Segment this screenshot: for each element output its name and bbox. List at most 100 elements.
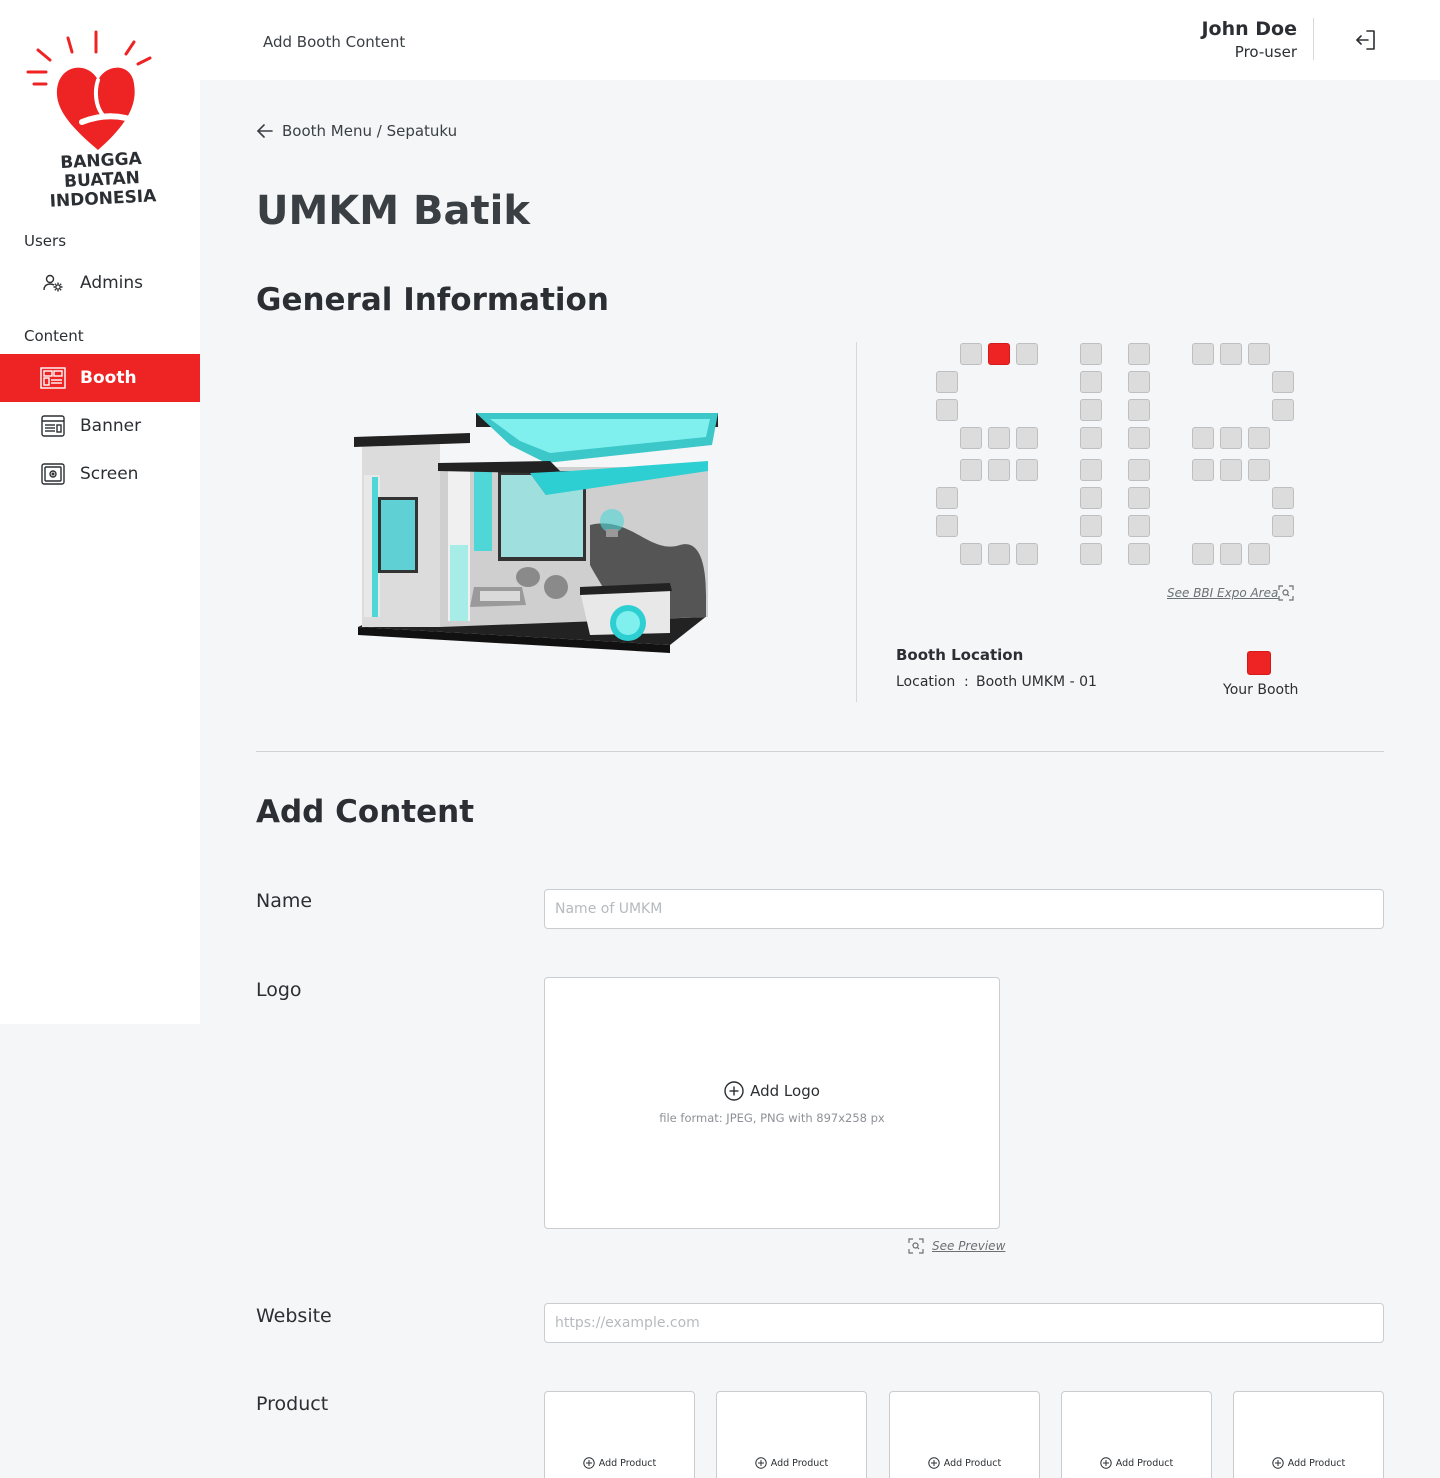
booth-seat[interactable] — [1248, 427, 1270, 449]
website-input[interactable] — [544, 1303, 1384, 1343]
product-card[interactable]: Add Product — [1233, 1391, 1384, 1478]
sidebar-item-label: Screen — [80, 464, 139, 484]
admin-settings-icon — [40, 270, 66, 296]
add-product-button[interactable]: Add Product — [1062, 1457, 1211, 1469]
booth-seat[interactable] — [1272, 399, 1294, 421]
booth-seat[interactable] — [1080, 427, 1102, 449]
add-logo-button[interactable]: Add Logo — [545, 1081, 999, 1101]
booth-location-row: Location : Booth UMKM - 01 — [896, 674, 1097, 690]
booth-seat[interactable] — [1080, 487, 1102, 509]
booth-seat[interactable] — [1128, 343, 1150, 365]
booth-seat[interactable] — [988, 543, 1010, 565]
banner-icon — [40, 413, 66, 439]
logo-upload-box[interactable]: Add Logo file format: JPEG, PNG with 897… — [544, 977, 1000, 1229]
booth-seat[interactable] — [936, 371, 958, 393]
booth-seat[interactable] — [1192, 343, 1214, 365]
booth-seat[interactable] — [960, 543, 982, 565]
brand-logo[interactable]: BANGGA BUATAN INDONESIA — [16, 22, 186, 212]
sidebar-item-label: Booth — [80, 368, 137, 388]
booth-seat[interactable] — [1272, 515, 1294, 537]
add-product-button[interactable]: Add Product — [545, 1457, 694, 1469]
booth-seat[interactable] — [1080, 343, 1102, 365]
product-card[interactable]: Add Product — [716, 1391, 867, 1478]
plus-circle-icon — [724, 1081, 744, 1101]
booth-seat[interactable] — [1080, 371, 1102, 393]
sidebar: BANGGA BUATAN INDONESIA Users Admins Con… — [0, 0, 200, 1024]
product-card[interactable]: Add Product — [544, 1391, 695, 1478]
product-card[interactable]: Add Product — [889, 1391, 1040, 1478]
booth-seat[interactable] — [1128, 487, 1150, 509]
booth-seat[interactable] — [1128, 459, 1150, 481]
nav-group-users: Users — [24, 232, 67, 250]
booth-seat[interactable] — [936, 487, 958, 509]
sidebar-item-label: Admins — [80, 273, 144, 293]
booth-location-title: Booth Location — [896, 646, 1024, 664]
booth-seat[interactable] — [1192, 427, 1214, 449]
add-product-button[interactable]: Add Product — [717, 1457, 866, 1469]
booth-seat[interactable] — [1192, 459, 1214, 481]
sidebar-item-admins[interactable]: Admins — [0, 259, 200, 307]
location-label: Location — [896, 674, 956, 690]
sidebar-item-screen[interactable]: Screen — [0, 450, 200, 498]
add-product-button[interactable]: Add Product — [890, 1457, 1039, 1469]
booth-icon — [40, 365, 66, 391]
plus-circle-icon — [928, 1457, 940, 1469]
booth-seat[interactable] — [1220, 343, 1242, 365]
booth-seat[interactable] — [1080, 459, 1102, 481]
location-separator: : — [964, 674, 969, 690]
your-booth-swatch — [1247, 651, 1271, 675]
booth-seat[interactable] — [1128, 543, 1150, 565]
booth-seat[interactable] — [988, 427, 1010, 449]
booth-seat[interactable] — [1080, 515, 1102, 537]
booth-map[interactable] — [930, 340, 1310, 580]
booth-seat[interactable] — [988, 459, 1010, 481]
name-input[interactable] — [544, 889, 1384, 929]
zoom-scan-icon[interactable] — [1278, 585, 1294, 601]
section-title-add-content: Add Content — [256, 794, 475, 830]
booth-seat[interactable] — [1272, 487, 1294, 509]
booth-seat[interactable] — [1016, 459, 1038, 481]
booth-seat[interactable] — [1220, 459, 1242, 481]
plus-circle-icon — [583, 1457, 595, 1469]
plus-circle-icon — [755, 1457, 767, 1469]
product-card[interactable]: Add Product — [1061, 1391, 1212, 1478]
add-product-label: Add Product — [943, 1457, 1002, 1469]
sidebar-item-banner[interactable]: Banner — [0, 402, 200, 450]
booth-seat[interactable] — [1248, 343, 1270, 365]
booth-seat[interactable] — [936, 399, 958, 421]
booth-seat[interactable] — [1220, 427, 1242, 449]
booth-seat[interactable] — [960, 459, 982, 481]
booth-seat[interactable] — [1016, 543, 1038, 565]
booth-seat[interactable] — [1128, 371, 1150, 393]
section-title-general: General Information — [256, 282, 609, 318]
booth-seat[interactable] — [1248, 543, 1270, 565]
booth-seat[interactable] — [1192, 543, 1214, 565]
add-product-button[interactable]: Add Product — [1234, 1457, 1383, 1469]
booth-seat-mine[interactable] — [988, 343, 1010, 365]
booth-seat[interactable] — [1248, 459, 1270, 481]
booth-3d-image — [350, 405, 722, 680]
booth-seat[interactable] — [1016, 343, 1038, 365]
booth-seat[interactable] — [1080, 543, 1102, 565]
see-expo-area-link[interactable]: See BBI Expo Area — [1167, 586, 1278, 600]
booth-seat[interactable] — [1128, 399, 1150, 421]
logo-format-hint: file format: JPEG, PNG with 897x258 px — [659, 1111, 885, 1125]
booth-seat[interactable] — [1128, 515, 1150, 537]
booth-seat[interactable] — [1128, 427, 1150, 449]
your-booth-label: Your Booth — [1223, 682, 1299, 698]
sidebar-item-booth[interactable]: Booth — [0, 354, 200, 402]
logout-icon[interactable] — [1354, 28, 1378, 52]
booth-seat[interactable] — [960, 427, 982, 449]
add-logo-label: Add Logo — [750, 1082, 820, 1100]
booth-seat[interactable] — [1220, 543, 1242, 565]
see-preview-link[interactable]: See Preview — [908, 1238, 1005, 1254]
booth-seat[interactable] — [1272, 371, 1294, 393]
breadcrumb[interactable]: Booth Menu / Sepatuku — [256, 122, 457, 140]
add-product-label: Add Product — [1115, 1457, 1174, 1469]
user-name[interactable]: John Doe — [1201, 18, 1297, 40]
header-divider — [1313, 18, 1314, 60]
booth-seat[interactable] — [1080, 399, 1102, 421]
booth-seat[interactable] — [960, 343, 982, 365]
booth-seat[interactable] — [1016, 427, 1038, 449]
booth-seat[interactable] — [936, 515, 958, 537]
